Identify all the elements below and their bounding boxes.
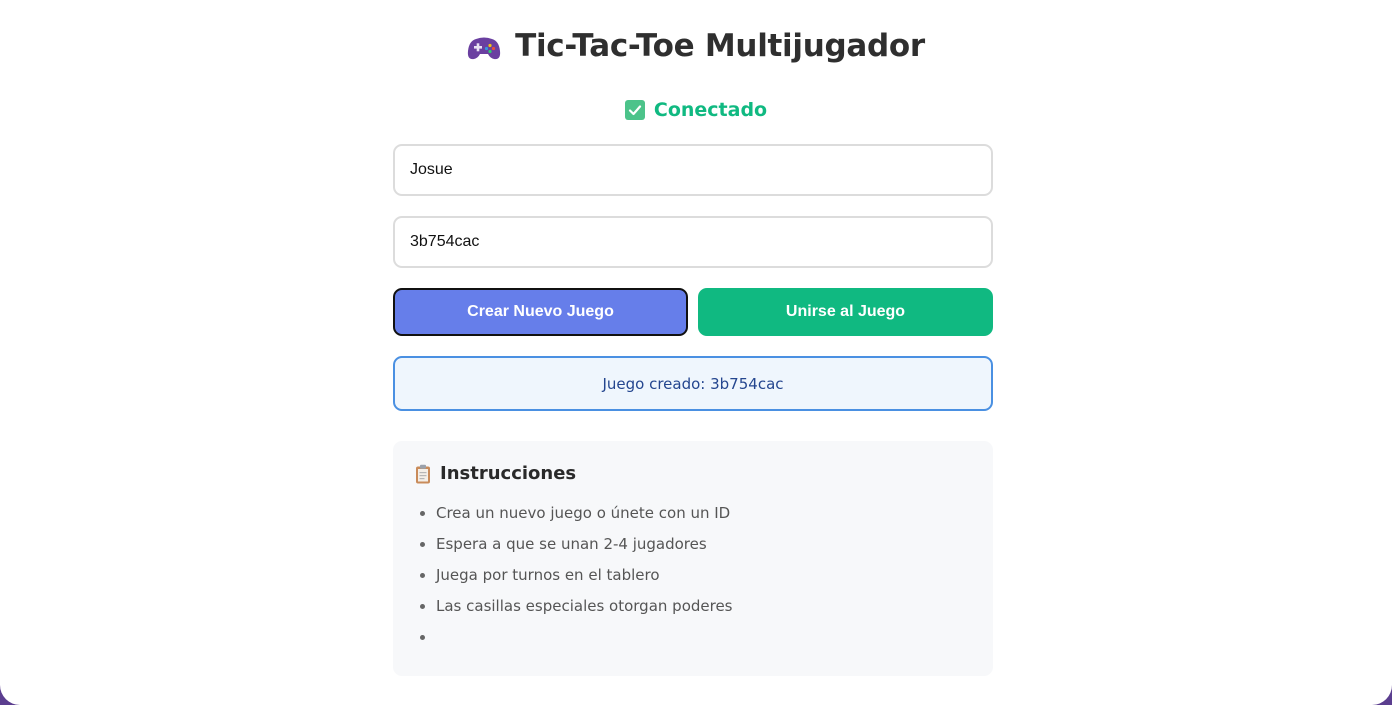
join-game-button[interactable]: Unirse al Juego (698, 288, 993, 336)
main-card: Tic-Tac-Toe Multijugador Conectado Crear… (0, 0, 1392, 705)
page-title-text: Tic-Tac-Toe Multijugador (515, 28, 925, 64)
connection-status-text: Conectado (653, 99, 768, 121)
instruction-item: Las casillas especiales otorgan poderes (436, 591, 971, 622)
instruction-item: Crea un nuevo juego o únete con un ID (436, 498, 971, 529)
instruction-item: Juega por turnos en el tablero (436, 560, 971, 591)
game-id-input[interactable] (393, 216, 993, 268)
create-game-button-label: Crear Nuevo Juego (467, 303, 614, 320)
join-game-button-label: Unirse al Juego (785, 303, 906, 320)
game-created-message: Juego creado: 3b754cac (393, 356, 993, 411)
create-game-button[interactable]: Crear Nuevo Juego (393, 288, 688, 336)
instruction-item (436, 622, 971, 653)
instructions-list: Crea un nuevo juego o únete con un ID Es… (415, 498, 971, 653)
game-created-message-text: Juego creado: 3b754cac (602, 374, 784, 393)
instructions-panel: Instrucciones Crea un nuevo juego o únet… (393, 441, 993, 676)
connection-status: Conectado (0, 99, 1392, 121)
clipboard-icon (415, 464, 431, 484)
check-icon (624, 100, 645, 120)
instructions-title: Instrucciones (440, 463, 577, 484)
instruction-item: Espera a que se unan 2-4 jugadores (436, 529, 971, 560)
page-title: Tic-Tac-Toe Multijugador (0, 28, 1392, 64)
gamepad-icon (467, 33, 501, 60)
instructions-heading: Instrucciones (415, 463, 971, 484)
player-name-input[interactable] (393, 144, 993, 196)
